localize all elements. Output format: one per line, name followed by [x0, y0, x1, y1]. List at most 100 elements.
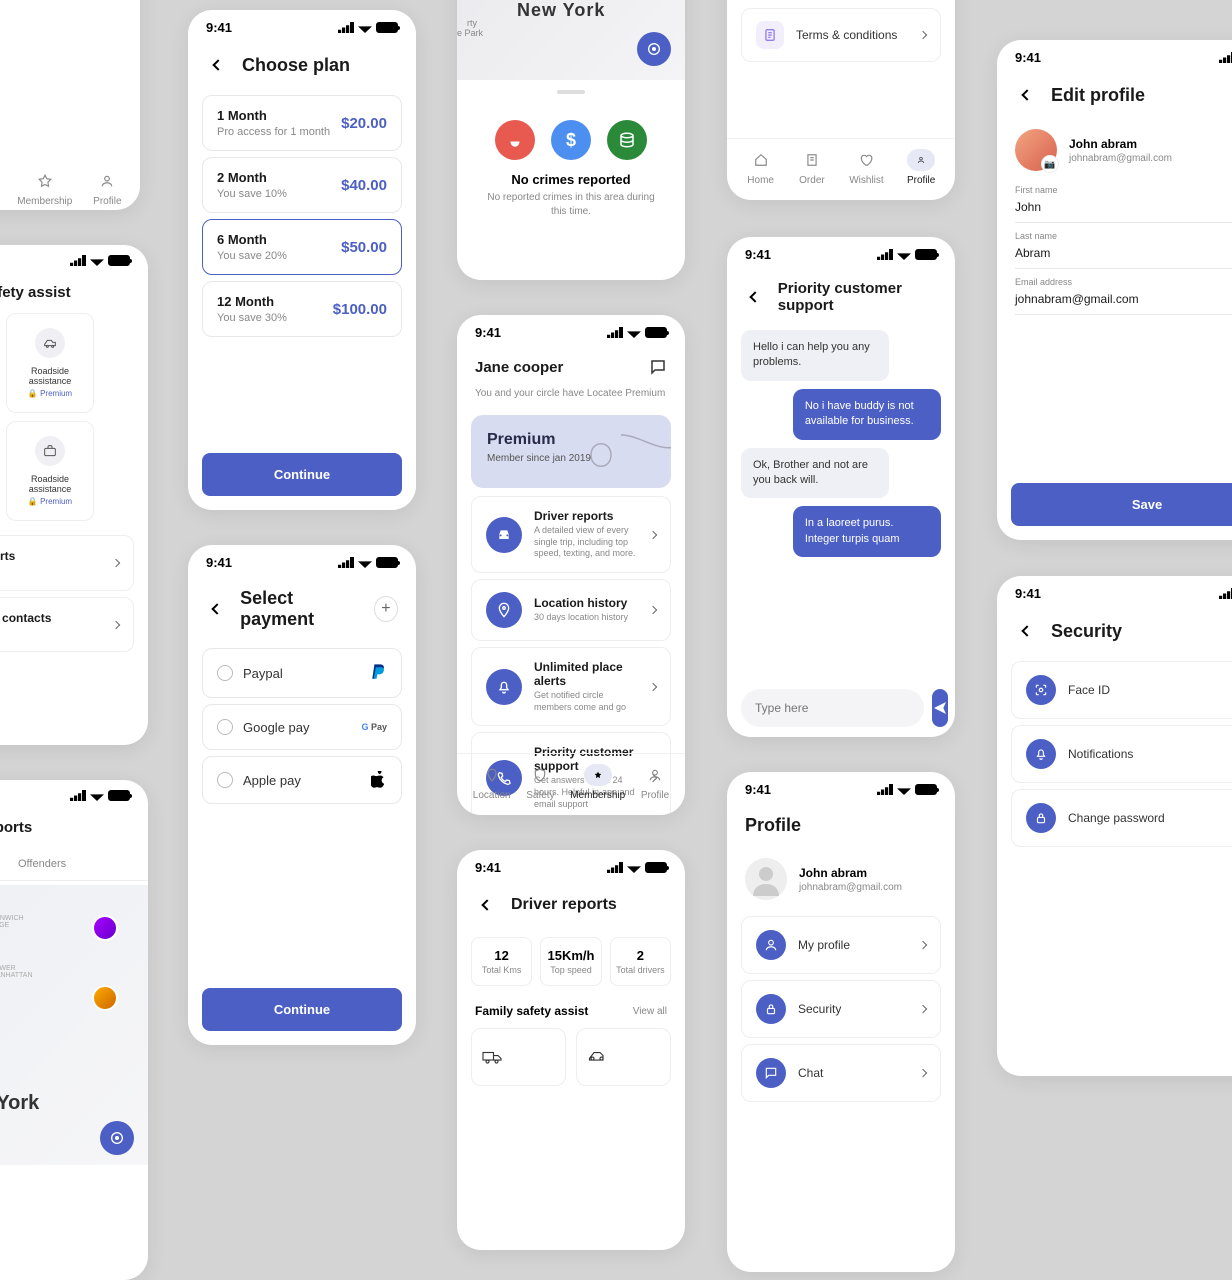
assist-tile-roadside-2[interactable]: Roadside assistance🔒 Premium	[6, 421, 94, 521]
item-change-password[interactable]: Change password	[1011, 789, 1232, 847]
map-view[interactable]: GREENWICHVILLAGE LOWERMANHATTAN New York	[0, 885, 148, 1165]
apple-icon	[371, 771, 387, 789]
face-id-icon	[1026, 675, 1056, 705]
status-bar	[0, 245, 148, 276]
view-all-link[interactable]: View all	[633, 1006, 667, 1017]
assist-tile-1[interactable]	[471, 1028, 566, 1086]
assist-tile-2[interactable]	[576, 1028, 671, 1086]
doc-icon	[756, 21, 784, 49]
map-avatar-3[interactable]	[92, 985, 118, 1011]
terms-item[interactable]: Terms & conditions	[741, 8, 941, 62]
continue-button[interactable]: Continue	[202, 453, 402, 496]
map-view[interactable]: New York rty e Park	[457, 0, 685, 80]
payment-googlepay[interactable]: Google payG Pay	[202, 704, 402, 750]
choose-plan-screen: 9:41 Choose plan 1 MonthPro access for 1…	[188, 10, 416, 510]
msg-in: Ok, Brother and not are you back will.	[741, 448, 889, 499]
save-button[interactable]: Save	[1011, 483, 1232, 526]
field-lastname[interactable]: Last nameAbram	[997, 227, 1232, 273]
header: e reports	[0, 811, 148, 848]
back-button[interactable]	[475, 893, 499, 917]
map-avatar-2[interactable]	[92, 915, 118, 941]
user-name: Jane cooper	[475, 359, 563, 376]
feature-location-history[interactable]: Location history30 days location history	[471, 579, 671, 641]
radio	[217, 719, 233, 735]
tab-location[interactable]: Location	[473, 764, 511, 801]
chat-icon[interactable]	[649, 358, 667, 376]
stat-drivers: 2Total drivers	[610, 937, 671, 986]
item-my-profile[interactable]: My profile	[741, 916, 941, 974]
item-reports[interactable]: e reports5 Days	[0, 535, 134, 591]
city-label: New York	[517, 0, 605, 21]
payment-applepay[interactable]: Apple pay	[202, 756, 402, 804]
item-contacts[interactable]: gency contactsedisom	[0, 597, 134, 653]
item-faceid[interactable]: Face ID	[1011, 661, 1232, 719]
back-button[interactable]	[745, 285, 766, 309]
subline: You and your circle have Locatee Premium	[457, 388, 685, 407]
tab-profile[interactable]: Profile	[93, 170, 121, 207]
back-button[interactable]	[206, 597, 228, 621]
tab-order[interactable]: Order	[798, 149, 826, 186]
hand-action[interactable]	[495, 120, 535, 160]
item-notifications[interactable]: Notifications	[1011, 725, 1232, 783]
page-title: y safety assist	[0, 284, 71, 301]
item-security[interactable]: Security	[741, 980, 941, 1038]
tab-profile[interactable]: Profile	[907, 149, 935, 186]
tab-offenders[interactable]: Offenders	[14, 848, 70, 880]
locate-button[interactable]	[100, 1121, 134, 1155]
tab-wishlist[interactable]: Wishlist	[849, 149, 883, 186]
chevron-right-icon	[112, 620, 120, 628]
header: Security	[997, 611, 1232, 655]
plan-1month[interactable]: 1 MonthPro access for 1 month$20.00	[202, 95, 402, 151]
feature-driver-reports[interactable]: Driver reportsA detailed view of every s…	[471, 496, 671, 573]
dollar-action[interactable]: $	[551, 120, 591, 160]
chat-input[interactable]	[741, 689, 924, 727]
tab-membership[interactable]: Membership	[17, 170, 72, 207]
paypal-icon	[369, 663, 387, 683]
status-bar: 9:41	[188, 545, 416, 580]
chevron-left-icon	[1021, 89, 1032, 100]
chevron-right-icon	[919, 31, 927, 39]
payment-paypal[interactable]: Paypal	[202, 648, 402, 698]
add-button[interactable]: +	[374, 596, 398, 622]
tow-icon	[585, 1045, 609, 1069]
star-icon	[31, 170, 59, 192]
back-button[interactable]	[1015, 83, 1039, 107]
driver-reports-screen: 9:41 Driver reports 12Total Kms 15Km/hTo…	[457, 850, 685, 1250]
drag-handle[interactable]	[557, 90, 585, 94]
tab-membership[interactable]: Membership	[570, 764, 625, 801]
profile-header: 📷 John abramjohnabram@gmail.com	[997, 119, 1232, 181]
header: Edit profile	[997, 75, 1232, 119]
plan-12month[interactable]: 12 MonthYou save 30%$100.00	[202, 281, 402, 337]
locate-button[interactable]	[637, 32, 671, 66]
plan-6month[interactable]: 6 MonthYou save 20%$50.00	[202, 219, 402, 275]
plan-2month[interactable]: 2 MonthYou save 10%$40.00	[202, 157, 402, 213]
avatar[interactable]: 📷	[1015, 129, 1057, 171]
lock-icon	[756, 994, 786, 1024]
field-firstname[interactable]: First nameJohn	[997, 181, 1232, 227]
header: Profile	[727, 807, 955, 848]
crimes-title: No crimes reported	[457, 172, 685, 187]
tab-profile[interactable]: Profile	[641, 764, 669, 801]
receipt-icon	[798, 149, 826, 171]
tab-safety[interactable]: Safety	[526, 764, 554, 801]
top-nav: afety Membership Profile	[0, 160, 140, 210]
tab-home[interactable]: Home	[747, 149, 775, 186]
continue-button[interactable]: Continue	[202, 988, 402, 1031]
chevron-right-icon	[919, 941, 927, 949]
chevron-right-icon	[649, 530, 657, 538]
bell-icon	[486, 669, 522, 705]
header: Driver reports	[457, 885, 685, 929]
back-button[interactable]	[1015, 619, 1039, 643]
item-chat[interactable]: Chat	[741, 1044, 941, 1102]
reports-screen: e reports Offenders GREENWICHVILLAGE LOW…	[0, 780, 148, 1280]
field-email[interactable]: Email addressjohnabram@gmail.com	[997, 273, 1232, 319]
user-icon	[641, 764, 669, 786]
back-button[interactable]	[206, 53, 230, 77]
data-action[interactable]	[607, 120, 647, 160]
send-button[interactable]	[932, 689, 948, 727]
pin-icon	[478, 764, 506, 786]
bell-icon	[1026, 739, 1056, 769]
feature-place-alerts[interactable]: Unlimited place alertsGet notified circl…	[471, 647, 671, 726]
assist-tile-roadside-1[interactable]: Roadside assistance🔒 Premium	[6, 313, 94, 413]
profile-screen: 9:41 Profile John abramjohnabram@gmail.c…	[727, 772, 955, 1272]
